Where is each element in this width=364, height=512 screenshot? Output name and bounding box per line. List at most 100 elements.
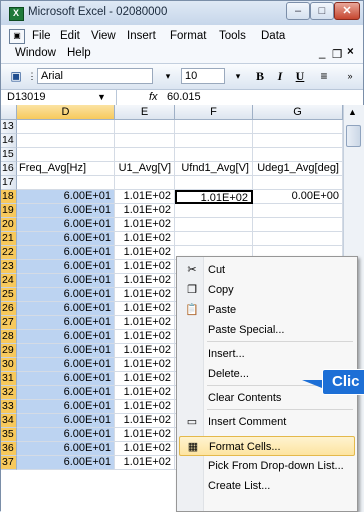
context-menu-item-cut[interactable]: ✂ Cut bbox=[179, 260, 355, 280]
cell-e34[interactable]: 1.01E+02 bbox=[115, 414, 175, 428]
cell-d23[interactable]: 6.00E+01 bbox=[17, 260, 115, 274]
row-header[interactable]: 26 bbox=[1, 302, 17, 316]
cell-e24[interactable]: 1.01E+02 bbox=[115, 274, 175, 288]
cell-f19[interactable] bbox=[175, 204, 253, 218]
row-header[interactable]: 33 bbox=[1, 400, 17, 414]
cell-d37[interactable]: 6.00E+01 bbox=[17, 456, 115, 470]
cell-d33[interactable]: 6.00E+01 bbox=[17, 400, 115, 414]
cell-e32[interactable]: 1.01E+02 bbox=[115, 386, 175, 400]
cell-e19[interactable]: 1.01E+02 bbox=[115, 204, 175, 218]
cell-d36[interactable]: 6.00E+01 bbox=[17, 442, 115, 456]
cell-g17[interactable] bbox=[253, 176, 343, 190]
cell-d30[interactable]: 6.00E+01 bbox=[17, 358, 115, 372]
row-header[interactable]: 18 bbox=[1, 190, 17, 204]
cell-e15[interactable] bbox=[115, 148, 175, 162]
cell-f14[interactable] bbox=[175, 134, 253, 148]
select-all-corner[interactable] bbox=[1, 105, 17, 120]
row-header[interactable]: 20 bbox=[1, 218, 17, 232]
row-header[interactable]: 21 bbox=[1, 232, 17, 246]
cell-d17[interactable] bbox=[17, 176, 115, 190]
row-header[interactable]: 13 bbox=[1, 120, 17, 134]
font-size-select[interactable]: 10 bbox=[181, 68, 225, 84]
row-header[interactable]: 23 bbox=[1, 260, 17, 274]
document-icon[interactable]: ▣ bbox=[9, 29, 25, 44]
context-menu-item-insert-comment[interactable]: ▭ Insert Comment bbox=[179, 412, 355, 432]
cell-e28[interactable]: 1.01E+02 bbox=[115, 330, 175, 344]
cell-d25[interactable]: 6.00E+01 bbox=[17, 288, 115, 302]
row-header[interactable]: 37 bbox=[1, 456, 17, 470]
context-menu-item-paste-special[interactable]: Paste Special... bbox=[179, 320, 355, 340]
menu-help[interactable]: Help bbox=[67, 47, 91, 59]
name-box-dropdown-icon[interactable]: ▼ bbox=[97, 90, 106, 104]
cell-e29[interactable]: 1.01E+02 bbox=[115, 344, 175, 358]
cell-d14[interactable] bbox=[17, 134, 115, 148]
column-header-e[interactable]: E bbox=[115, 105, 175, 120]
cell-d35[interactable]: 6.00E+01 bbox=[17, 428, 115, 442]
cell-g16[interactable]: Udeg1_Avg[deg] bbox=[253, 162, 343, 176]
maximize-button[interactable]: □ bbox=[310, 2, 334, 20]
cell-g13[interactable] bbox=[253, 120, 343, 134]
cell-e16[interactable]: U1_Avg[V] bbox=[115, 162, 175, 176]
menu-file[interactable]: File bbox=[32, 30, 51, 42]
align-left-icon[interactable]: ≡ bbox=[315, 67, 333, 85]
cell-f17[interactable] bbox=[175, 176, 253, 190]
cell-e36[interactable]: 1.01E+02 bbox=[115, 442, 175, 456]
context-menu-item-insert[interactable]: Insert... bbox=[179, 344, 355, 364]
cell-d16[interactable]: Freq_Avg[Hz] bbox=[17, 162, 115, 176]
column-header-f[interactable]: F bbox=[175, 105, 253, 120]
row-header[interactable]: 34 bbox=[1, 414, 17, 428]
cell-d27[interactable]: 6.00E+01 bbox=[17, 316, 115, 330]
formula-input[interactable]: 60.015 bbox=[167, 90, 201, 104]
row-header[interactable]: 36 bbox=[1, 442, 17, 456]
cell-e30[interactable]: 1.01E+02 bbox=[115, 358, 175, 372]
cell-g15[interactable] bbox=[253, 148, 343, 162]
cell-e17[interactable] bbox=[115, 176, 175, 190]
doc-restore-button[interactable]: ❐ bbox=[332, 47, 342, 61]
menu-window[interactable]: Window bbox=[15, 47, 56, 59]
row-header[interactable]: 15 bbox=[1, 148, 17, 162]
cell-d34[interactable]: 6.00E+01 bbox=[17, 414, 115, 428]
row-header[interactable]: 28 bbox=[1, 330, 17, 344]
row-header[interactable]: 35 bbox=[1, 428, 17, 442]
row-header[interactable]: 25 bbox=[1, 288, 17, 302]
cell-d18[interactable]: 6.00E+01 bbox=[17, 190, 115, 204]
cell-g19[interactable] bbox=[253, 204, 343, 218]
close-button[interactable]: ✕ bbox=[334, 2, 360, 20]
cell-d28[interactable]: 6.00E+01 bbox=[17, 330, 115, 344]
cell-e21[interactable]: 1.01E+02 bbox=[115, 232, 175, 246]
toolbar-overflow-icon[interactable]: » bbox=[341, 67, 359, 85]
doc-minimize-button[interactable]: _ bbox=[319, 47, 325, 59]
context-menu-item-paste[interactable]: 📋 Paste bbox=[179, 300, 355, 320]
row-header[interactable]: 16 bbox=[1, 162, 17, 176]
menu-view[interactable]: View bbox=[91, 30, 116, 42]
minimize-button[interactable]: – bbox=[286, 2, 310, 20]
cell-f21[interactable] bbox=[175, 232, 253, 246]
cell-e25[interactable]: 1.01E+02 bbox=[115, 288, 175, 302]
cell-d32[interactable]: 6.00E+01 bbox=[17, 386, 115, 400]
cell-f13[interactable] bbox=[175, 120, 253, 134]
size-dropdown-arrow-icon[interactable]: ▾ bbox=[229, 67, 247, 85]
scroll-up-icon[interactable]: ▲ bbox=[348, 107, 357, 117]
cell-e14[interactable] bbox=[115, 134, 175, 148]
cell-d19[interactable]: 6.00E+01 bbox=[17, 204, 115, 218]
context-menu-item-create-list[interactable]: Create List... bbox=[179, 476, 355, 496]
cell-e35[interactable]: 1.01E+02 bbox=[115, 428, 175, 442]
menu-insert[interactable]: Insert bbox=[127, 30, 156, 42]
row-header[interactable]: 32 bbox=[1, 386, 17, 400]
cell-e31[interactable]: 1.01E+02 bbox=[115, 372, 175, 386]
cell-f20[interactable] bbox=[175, 218, 253, 232]
cell-g20[interactable] bbox=[253, 218, 343, 232]
doc-close-button[interactable]: × bbox=[347, 46, 354, 58]
menu-format[interactable]: Format bbox=[170, 30, 206, 42]
menu-edit[interactable]: Edit bbox=[60, 30, 80, 42]
cell-d24[interactable]: 6.00E+01 bbox=[17, 274, 115, 288]
cell-e20[interactable]: 1.01E+02 bbox=[115, 218, 175, 232]
cell-g18[interactable]: 0.00E+00 bbox=[253, 190, 343, 204]
scrollbar-thumb[interactable] bbox=[346, 125, 361, 147]
cell-e26[interactable]: 1.01E+02 bbox=[115, 302, 175, 316]
cell-f18[interactable]: 1.01E+02 bbox=[175, 190, 253, 204]
font-name-select[interactable]: Arial bbox=[37, 68, 153, 84]
cell-d20[interactable]: 6.00E+01 bbox=[17, 218, 115, 232]
cell-e13[interactable] bbox=[115, 120, 175, 134]
row-header[interactable]: 29 bbox=[1, 344, 17, 358]
